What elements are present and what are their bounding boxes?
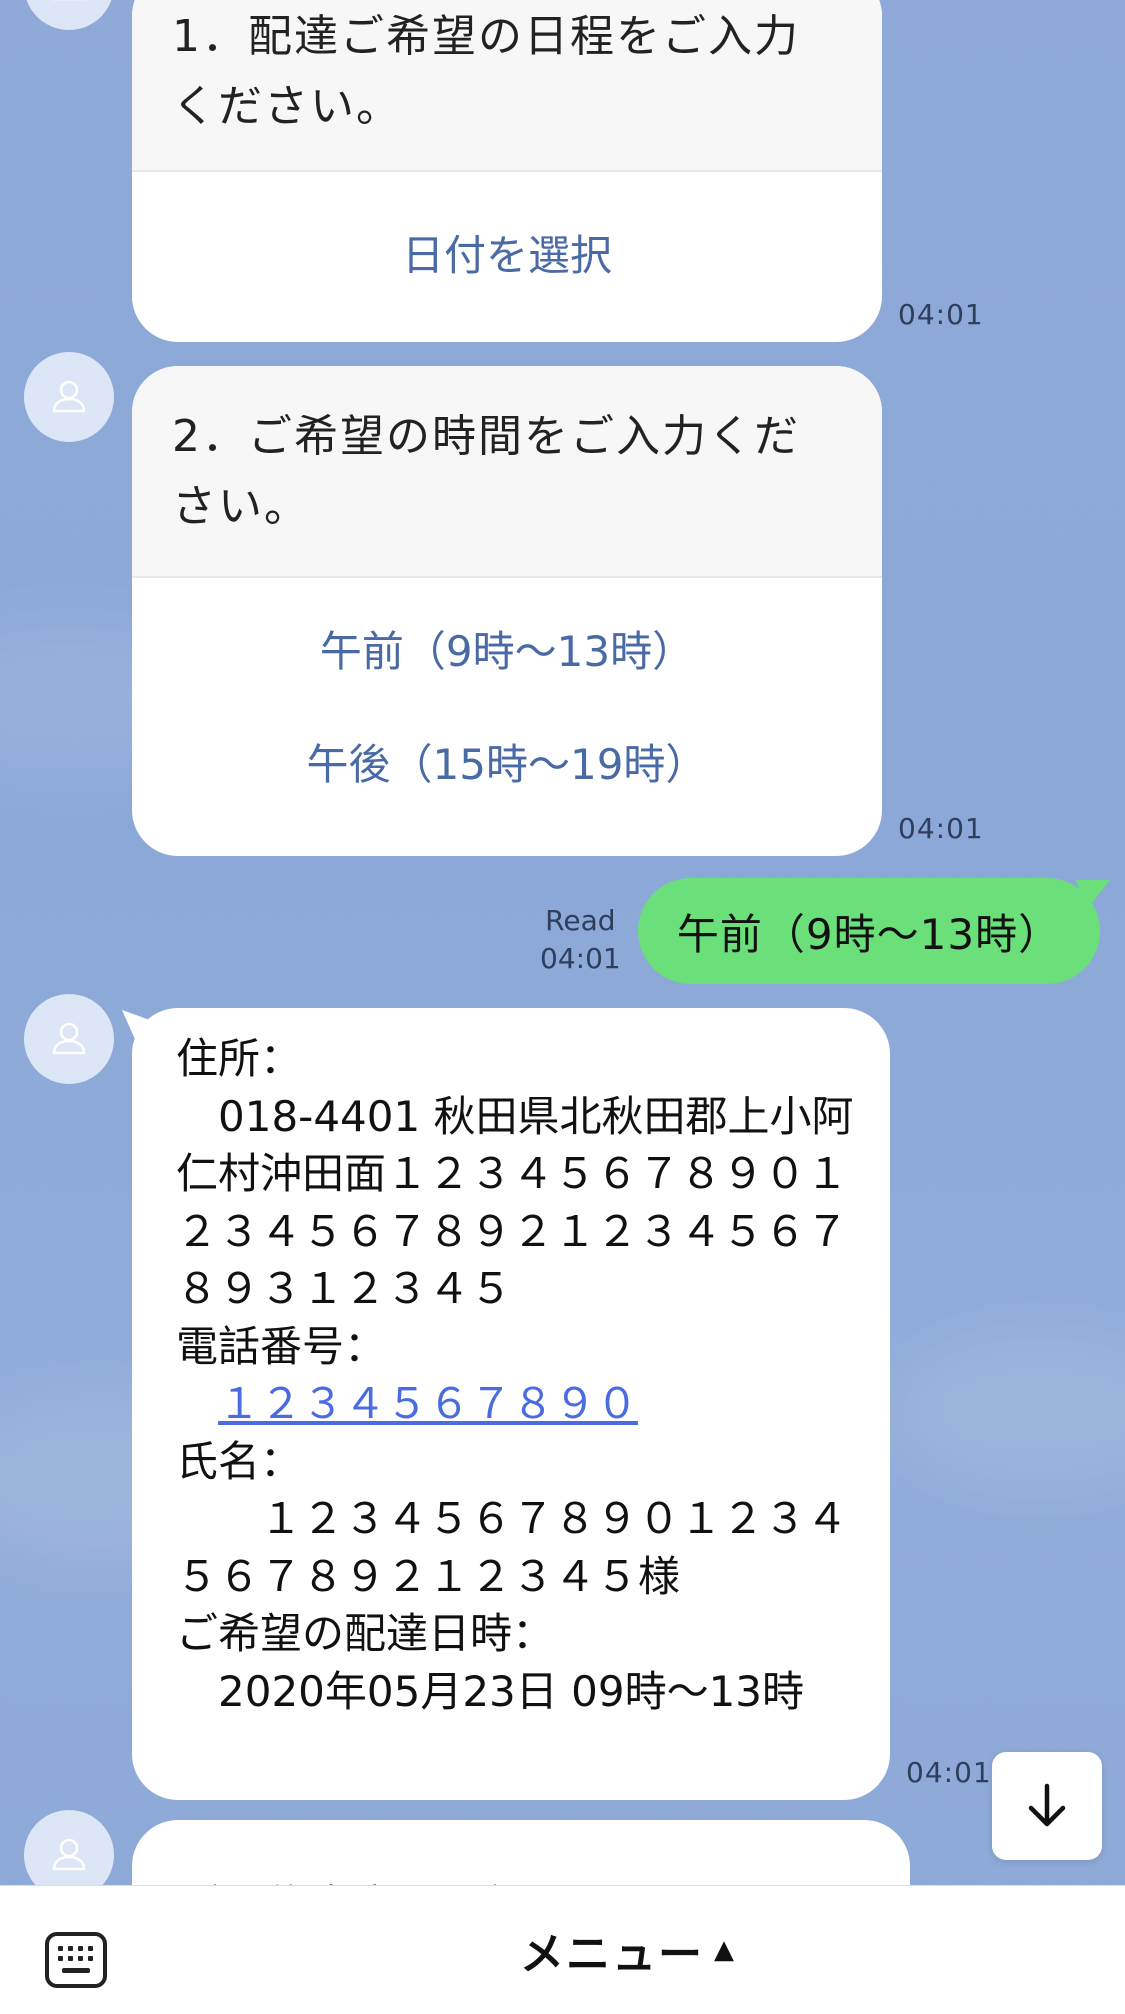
message-time: 04:01 xyxy=(898,812,984,845)
read-receipt: Read 04:01 xyxy=(540,902,621,978)
user-silhouette-icon xyxy=(52,1022,86,1055)
phone-label: 電話番号： xyxy=(176,1321,387,1371)
bottom-menu-bar: メニュー ▲ xyxy=(0,1885,1125,2014)
confirmation-text: ご予約内容は上記でよろしいで xyxy=(178,1872,793,1885)
bot-avatar[interactable] xyxy=(24,0,114,30)
address-value: 018-4401 秋田県北秋田郡上小阿仁村沖田面１２３４５６７８９０１２３４５６… xyxy=(176,1091,854,1314)
user-silhouette-icon xyxy=(52,380,86,413)
date-request-card: 1．配達ご希望の日程をご入力ください。 日付を選択 xyxy=(132,0,882,342)
bot-avatar[interactable] xyxy=(24,994,114,1084)
menu-label: メニュー xyxy=(520,1929,704,1980)
confirmation-bubble[interactable]: ご予約内容は上記でよろしいで xyxy=(132,1820,910,1885)
user-silhouette-icon xyxy=(52,0,86,1)
read-label: Read xyxy=(545,904,616,937)
name-value: １２３４５６７８９０１２３４５６７８９２１２３４５様 xyxy=(176,1494,849,1601)
phone-number-link[interactable]: １２３４５６７８９０ xyxy=(218,1379,638,1428)
message-time: 04:01 xyxy=(540,942,621,975)
card-title: 1．配達ご希望の日程をご入力ください。 xyxy=(132,0,882,172)
scroll-to-bottom-button[interactable] xyxy=(992,1752,1102,1860)
order-summary-text: 住所： 018-4401 秋田県北秋田郡上小阿仁村沖田面１２３４５６７８９０１２… xyxy=(176,1030,856,1720)
user-silhouette-icon xyxy=(52,1838,86,1871)
message-time: 04:01 xyxy=(906,1756,992,1789)
chat-area[interactable]: 1．配達ご希望の日程をご入力ください。 日付を選択 04:01 2．ご希望の時間… xyxy=(0,0,1125,1885)
time-request-card: 2．ご希望の時間をご入力ください。 午前（9時〜13時） 午後（15時〜19時） xyxy=(132,366,882,856)
delivery-datetime-label: ご希望の配達日時： xyxy=(176,1609,555,1658)
delivery-datetime-value: 2020年05月23日 09時〜13時 xyxy=(176,1666,805,1716)
bot-avatar[interactable] xyxy=(24,1810,114,1885)
menu-toggle-button[interactable]: メニュー ▲ xyxy=(520,1920,736,1980)
select-date-button[interactable]: 日付を選択 xyxy=(132,222,882,283)
arrow-down-icon xyxy=(1028,1783,1066,1827)
afternoon-option-button[interactable]: 午後（15時〜19時） xyxy=(132,731,882,792)
card-title: 2．ご希望の時間をご入力ください。 xyxy=(132,366,882,578)
morning-option-button[interactable]: 午前（9時〜13時） xyxy=(132,618,882,679)
caret-up-icon: ▲ xyxy=(714,1935,736,1965)
message-time: 04:01 xyxy=(898,298,984,331)
address-label: 住所： xyxy=(176,1034,303,1083)
name-label: 氏名： xyxy=(176,1436,303,1486)
keyboard-toggle-button[interactable] xyxy=(44,1928,108,1992)
outgoing-message-bubble[interactable]: 午前（9時〜13時） xyxy=(638,878,1100,984)
bot-avatar[interactable] xyxy=(24,352,114,442)
keyboard-icon xyxy=(45,1932,107,1988)
